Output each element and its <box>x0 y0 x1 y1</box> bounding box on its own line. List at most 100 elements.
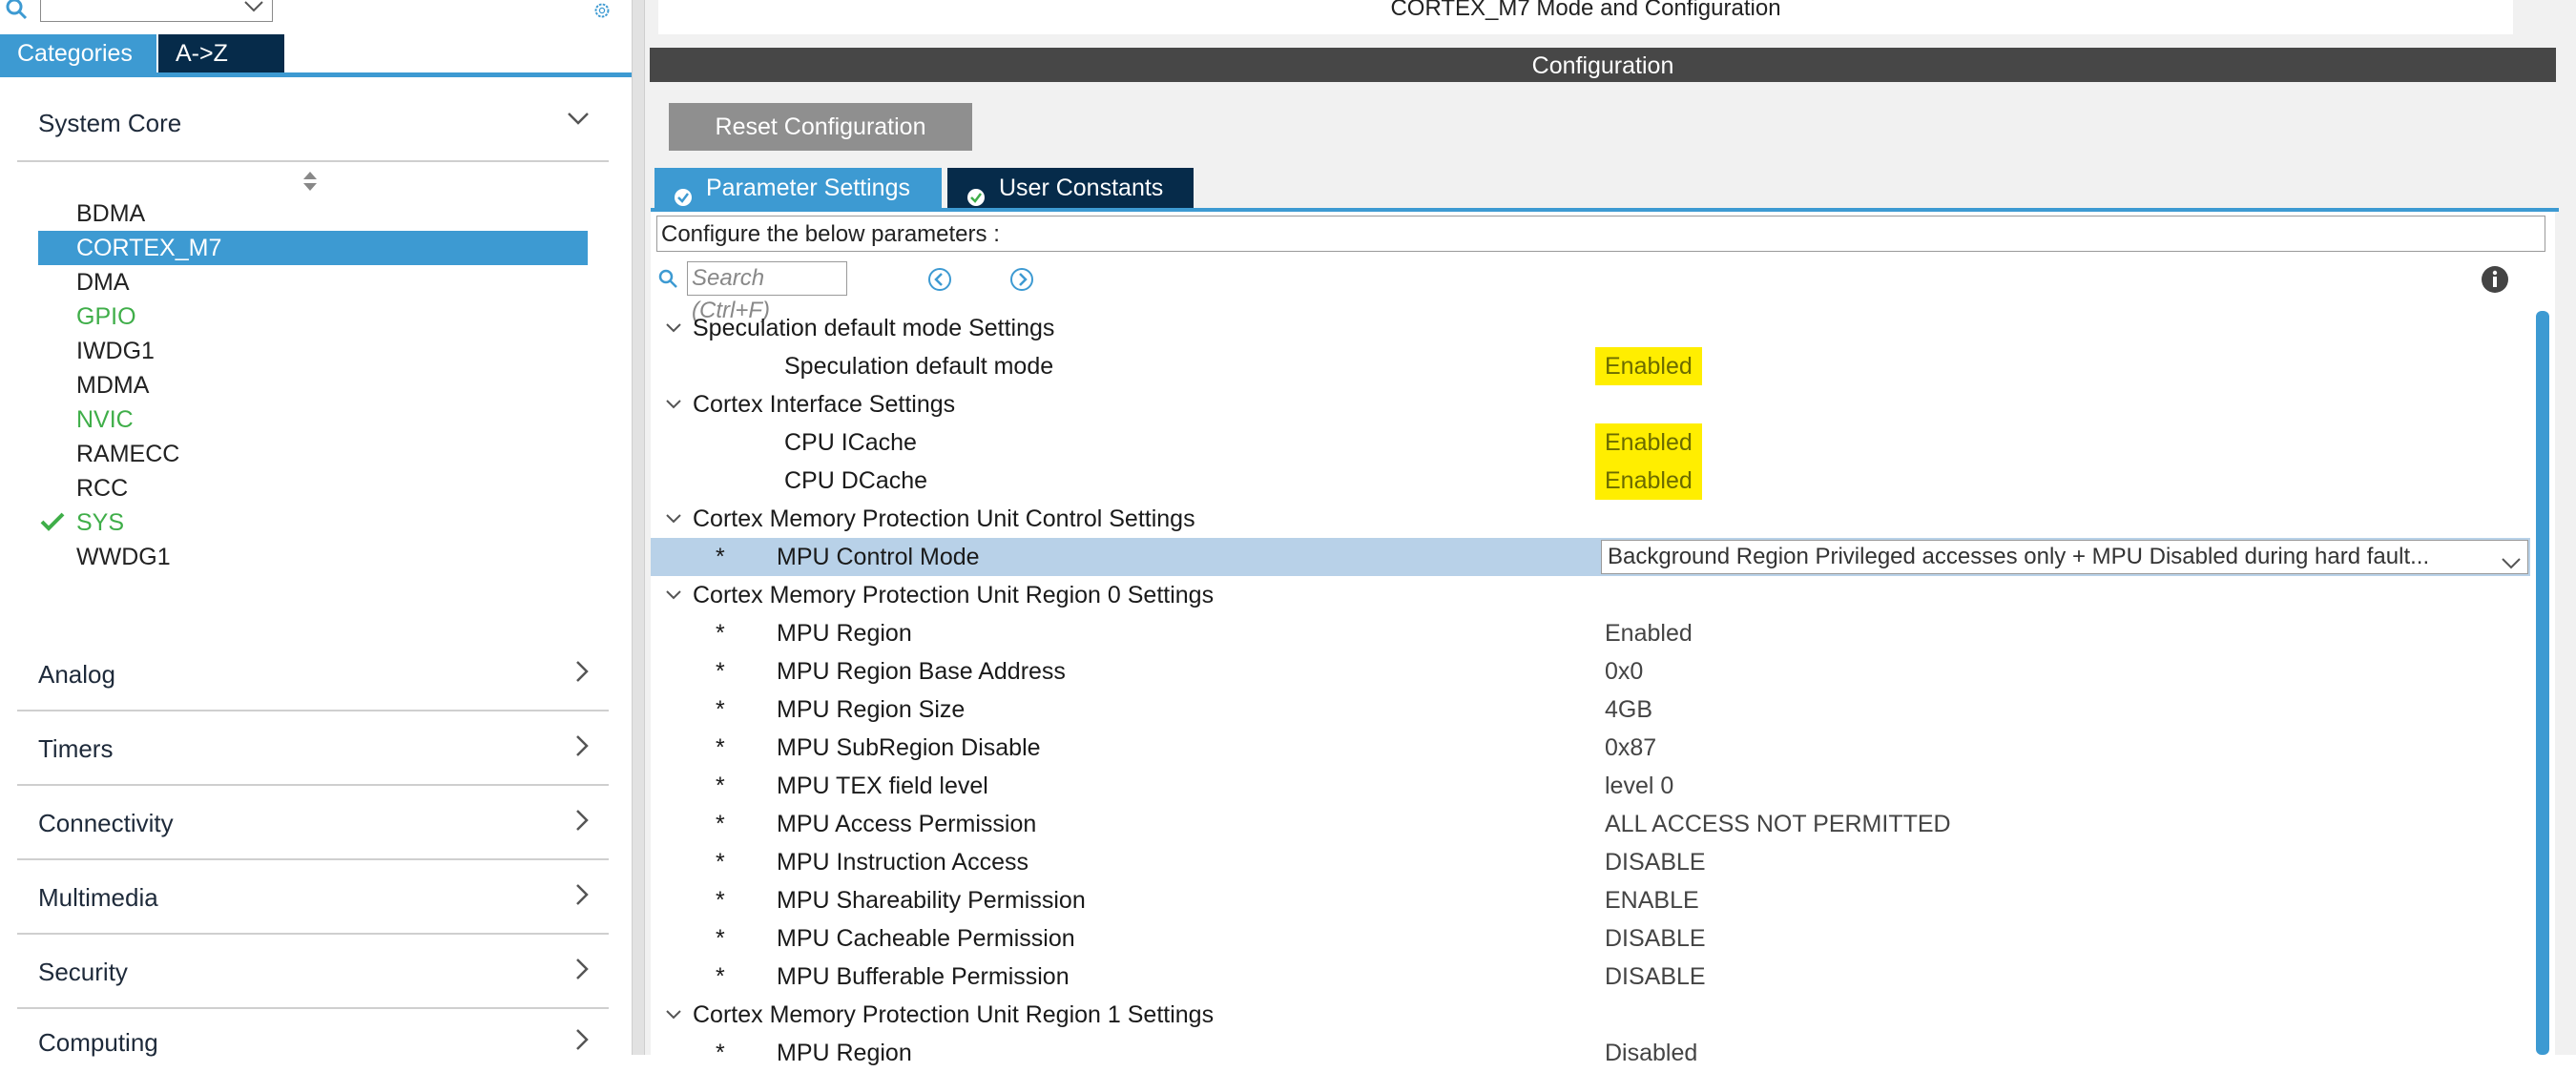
chevron-down-icon[interactable] <box>567 111 590 131</box>
list-item-sys[interactable]: SYS <box>38 505 588 540</box>
chevron-right-icon[interactable] <box>574 958 590 985</box>
category-search-input[interactable] <box>40 0 273 22</box>
param-label: MPU Bufferable Permission <box>777 963 1070 990</box>
next-icon[interactable] <box>1009 267 1034 297</box>
required-star: * <box>716 620 725 647</box>
param-value[interactable]: DISABLE <box>1605 958 1706 996</box>
param-label: MPU Access Permission <box>777 811 1037 837</box>
group-title: Speculation default mode Settings <box>693 315 1055 341</box>
param-value[interactable]: Enabled <box>1605 614 1693 652</box>
param-label: MPU Cacheable Permission <box>777 925 1075 952</box>
chevron-right-icon[interactable] <box>574 883 590 911</box>
param-row[interactable]: * MPU Region Enabled <box>651 614 2530 652</box>
param-row[interactable]: * MPU Access Permission ALL ACCESS NOT P… <box>651 805 2530 843</box>
list-item-nvic[interactable]: NVIC <box>38 402 588 437</box>
param-value[interactable]: 0x87 <box>1605 729 1656 767</box>
param-value[interactable]: 4GB <box>1605 691 1652 729</box>
chevron-down-icon[interactable] <box>243 0 264 18</box>
chevron-down-icon[interactable] <box>664 1005 683 1029</box>
param-value[interactable]: ALL ACCESS NOT PERMITTED <box>1605 805 1951 843</box>
category-label: Analog <box>38 660 115 689</box>
param-row[interactable]: * MPU Region Disabled <box>651 1034 2530 1072</box>
param-row[interactable]: * MPU Instruction Access DISABLE <box>651 843 2530 881</box>
mode-title: CORTEX_M7 Mode and Configuration <box>658 0 2513 34</box>
chevron-down-icon[interactable] <box>664 395 683 419</box>
panel-splitter[interactable] <box>632 0 645 1055</box>
list-item-gpio[interactable]: GPIO <box>38 299 588 334</box>
param-row-selected[interactable]: * MPU Control Mode Background Region Pri… <box>651 538 2530 576</box>
param-value[interactable]: Enabled <box>1595 462 1702 500</box>
category-timers[interactable]: Timers <box>17 711 609 786</box>
param-label: MPU Instruction Access <box>777 849 1028 876</box>
reset-configuration-button[interactable]: Reset Configuration <box>669 103 972 151</box>
list-item-dma[interactable]: DMA <box>38 265 588 299</box>
category-computing[interactable]: Computing <box>17 1009 609 1057</box>
param-row[interactable]: * MPU Cacheable Permission DISABLE <box>651 919 2530 958</box>
required-star: * <box>716 696 725 723</box>
list-item-iwdg1[interactable]: IWDG1 <box>38 334 588 368</box>
param-row[interactable]: CPU ICache Enabled <box>651 423 2530 462</box>
param-row[interactable]: * MPU SubRegion Disable 0x87 <box>651 729 2530 767</box>
vertical-scrollbar[interactable] <box>2536 311 2549 1055</box>
right-panel: CORTEX_M7 Mode and Configuration Configu… <box>645 0 2576 1066</box>
group-title: Cortex Memory Protection Unit Region 0 S… <box>693 582 1215 608</box>
group-title: Cortex Memory Protection Unit Region 1 S… <box>693 1001 1215 1028</box>
search-icon[interactable] <box>6 0 31 26</box>
category-analog[interactable]: Analog <box>17 637 609 711</box>
chevron-right-icon[interactable] <box>574 1028 590 1056</box>
parameter-search-input[interactable]: Search (Ctrl+F) <box>687 261 847 323</box>
param-row[interactable]: Speculation default mode Enabled <box>651 347 2530 385</box>
param-value[interactable]: ENABLE <box>1605 881 1699 919</box>
group-header[interactable]: Cortex Memory Protection Unit Region 0 S… <box>651 576 2530 614</box>
tab-a-to-z[interactable]: A->Z <box>158 34 284 72</box>
param-row[interactable]: * MPU Region Size 4GB <box>651 691 2530 729</box>
param-value[interactable]: DISABLE <box>1605 843 1706 881</box>
info-icon[interactable] <box>2481 265 2509 299</box>
chevron-right-icon[interactable] <box>574 734 590 762</box>
group-header[interactable]: Cortex Memory Protection Unit Control Se… <box>651 500 2530 538</box>
chevron-right-icon[interactable] <box>574 809 590 836</box>
param-value[interactable]: 0x0 <box>1605 652 1643 691</box>
param-value[interactable]: DISABLE <box>1605 919 1706 958</box>
param-row[interactable]: * MPU TEX field level level 0 <box>651 767 2530 805</box>
list-item-mdma[interactable]: MDMA <box>38 368 588 402</box>
previous-icon[interactable] <box>927 267 952 297</box>
param-label: MPU Shareability Permission <box>777 887 1086 914</box>
tab-parameter-settings[interactable]: Parameter Settings <box>654 168 942 209</box>
mpu-control-mode-dropdown[interactable]: Background Region Privileged accesses on… <box>1601 540 2528 574</box>
param-row[interactable]: * MPU Shareability Permission ENABLE <box>651 881 2530 919</box>
list-item-ramecc[interactable]: RAMECC <box>38 437 588 471</box>
category-multimedia[interactable]: Multimedia <box>17 860 609 935</box>
category-security[interactable]: Security <box>17 935 609 1009</box>
chevron-right-icon[interactable] <box>574 660 590 688</box>
param-value[interactable]: level 0 <box>1605 767 1673 805</box>
list-item-wwdg1[interactable]: WWDG1 <box>38 540 588 574</box>
param-row[interactable]: * MPU Bufferable Permission DISABLE <box>651 958 2530 996</box>
param-label: CPU ICache <box>784 429 917 456</box>
param-value[interactable]: Enabled <box>1595 423 1702 462</box>
chevron-down-icon[interactable] <box>664 509 683 533</box>
sort-icon[interactable] <box>301 170 319 197</box>
list-item-cortex-m7[interactable]: CORTEX_M7 <box>38 231 588 265</box>
group-header[interactable]: Cortex Memory Protection Unit Region 1 S… <box>651 996 2530 1034</box>
instruction-text: Configure the below parameters : <box>656 216 2545 252</box>
gear-icon[interactable] <box>586 0 618 26</box>
tab-user-constants[interactable]: User Constants <box>947 168 1194 209</box>
param-value[interactable]: Enabled <box>1595 347 1702 385</box>
param-value[interactable]: Disabled <box>1605 1034 1697 1072</box>
list-item-rcc[interactable]: RCC <box>38 471 588 505</box>
chevron-down-icon[interactable] <box>2501 548 2522 573</box>
group-header[interactable]: Cortex Interface Settings <box>651 385 2530 423</box>
param-label: MPU Region Size <box>777 696 966 723</box>
chevron-down-icon[interactable] <box>664 319 683 342</box>
group-header[interactable]: Speculation default mode Settings <box>651 309 2530 347</box>
configuration-header: Configuration <box>650 48 2556 82</box>
tab-categories[interactable]: Categories <box>0 34 156 72</box>
param-row[interactable]: * MPU Region Base Address 0x0 <box>651 652 2530 691</box>
list-item-bdma[interactable]: BDMA <box>38 196 588 231</box>
category-system-core[interactable]: System Core <box>17 88 609 162</box>
param-row[interactable]: CPU DCache Enabled <box>651 462 2530 500</box>
chevron-down-icon[interactable] <box>664 586 683 609</box>
category-connectivity[interactable]: Connectivity <box>17 786 609 860</box>
param-label: MPU Region <box>777 1040 912 1066</box>
